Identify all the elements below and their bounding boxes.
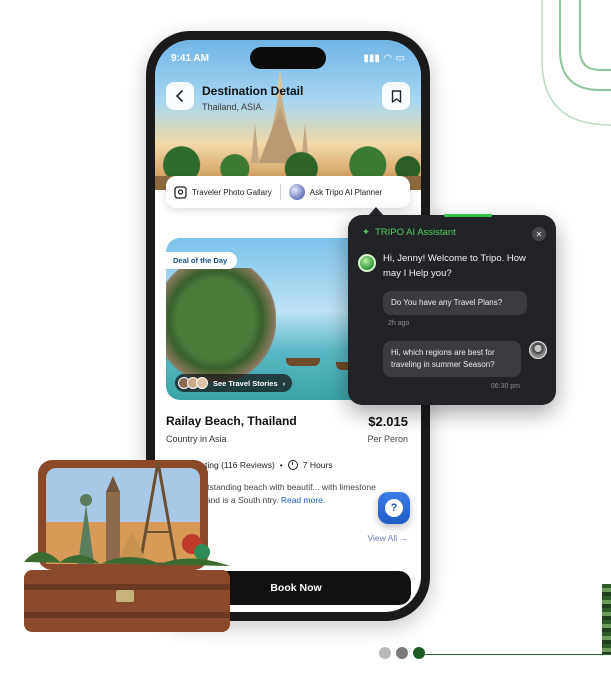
decorative-line: [425, 654, 611, 655]
pagination-dot[interactable]: [379, 647, 391, 659]
signal-icon: ▮▮▮: [363, 52, 380, 64]
photo-gallery-label: Traveler Photo Gallary: [192, 187, 272, 197]
message-timestamp: 2h ago: [388, 320, 410, 327]
divider: [279, 184, 281, 200]
question-icon: ?: [385, 499, 403, 517]
status-time: 9:41 AM: [171, 52, 209, 64]
close-icon: ✕: [535, 229, 543, 239]
close-chat-button[interactable]: ✕: [532, 227, 546, 241]
pagination-dot[interactable]: [396, 647, 408, 659]
view-all-label: View All: [367, 533, 398, 543]
bookmark-icon: [391, 89, 401, 103]
chat-bubble-user: Hi, which regions are best for traveling…: [383, 341, 521, 377]
price-unit: Per Peron: [367, 434, 408, 444]
pagination-dots: [379, 647, 425, 659]
place-country: Country in Asia: [166, 434, 227, 444]
chevron-left-icon: [175, 90, 183, 102]
message-timestamp: 06:30 pm: [490, 383, 520, 390]
travel-stories-button[interactable]: See Travel Stories ›: [175, 374, 293, 392]
back-button[interactable]: [166, 82, 194, 110]
boat: [286, 358, 320, 366]
place-price: $2.015: [368, 414, 408, 429]
deal-badge: Deal of the Day: [166, 252, 238, 269]
tree-line: [155, 142, 421, 180]
page-title: Destination Detail: [202, 84, 304, 98]
sparkle-icon: ✦: [362, 227, 370, 238]
read-more-link[interactable]: Read more.: [281, 495, 325, 505]
limestone-rock-image: [166, 268, 276, 383]
status-icons: ▮▮▮ ◠ ▭: [363, 53, 405, 64]
chat-header: ✦ TRIPO AI Assistant: [362, 227, 456, 238]
chat-title: TRIPO AI Assistant: [374, 227, 456, 238]
ai-assistant-popup: ✦ TRIPO AI Assistant ✕ Hi, Jenny! Welcom…: [348, 207, 556, 405]
photo-gallery-icon: [174, 185, 187, 199]
view-all-link[interactable]: View All →: [368, 533, 408, 543]
decorative-foliage: [602, 584, 611, 654]
place-name: Railay Beach, Thailand: [166, 414, 297, 428]
ai-orb-icon: [288, 184, 305, 200]
user-avatar: [529, 341, 547, 359]
chat-accent-bar: [444, 214, 492, 217]
decorative-arcs: [541, 0, 611, 126]
battery-icon: ▭: [395, 52, 405, 64]
bot-avatar: [358, 254, 376, 272]
help-button[interactable]: ?: [378, 492, 410, 524]
arrow-right-icon: →: [399, 533, 409, 543]
photo-gallery-link[interactable]: Traveler Photo Gallary: [174, 185, 272, 199]
pagination-dot-active[interactable]: [413, 647, 425, 659]
ai-planner-label: Ask Tripo AI Planner: [309, 187, 383, 197]
chevron-right-icon: ›: [282, 378, 286, 388]
status-bar: 9:41 AM ▮▮▮ ◠ ▭: [171, 50, 405, 66]
bookmark-button[interactable]: [382, 82, 410, 110]
travel-stories-label: See Travel Stories: [213, 378, 278, 388]
clock-icon: [287, 459, 298, 470]
suitcase-landmarks-illustration: [24, 460, 230, 632]
page-subtitle: Thailand, ASIA.: [202, 102, 265, 112]
welcome-message: Hi, Jenny! Welcome to Tripo. How may I H…: [383, 253, 526, 279]
bullet-separator: •: [279, 459, 283, 470]
duration-text: 7 Hours: [302, 459, 333, 470]
wifi-icon: ◠: [383, 52, 392, 64]
story-avatars: [178, 377, 208, 389]
ai-planner-link[interactable]: Ask Tripo AI Planner: [288, 184, 383, 200]
chat-bubble-bot: Do You have any Travel Plans?: [383, 291, 527, 315]
quick-actions-bar: Traveler Photo Gallary Ask Tripo AI Plan…: [166, 176, 410, 208]
